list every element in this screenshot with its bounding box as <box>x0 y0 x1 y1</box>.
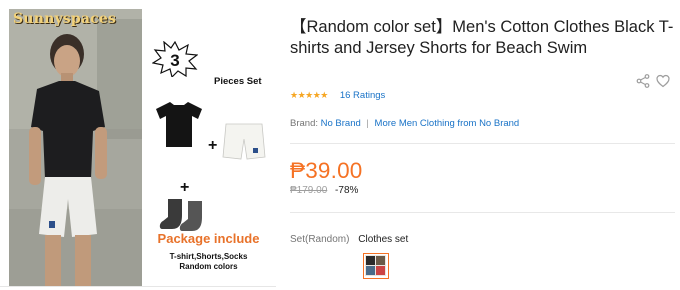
shorts-icon <box>222 123 266 160</box>
brand-label: Brand: <box>290 118 318 129</box>
model-figure <box>9 9 142 287</box>
model-photo: Sunnyspaces <box>9 9 142 287</box>
product-gallery: Sunnyspaces 3 Pieces Set + + Package inc… <box>0 0 276 290</box>
variant-swatch[interactable] <box>363 253 389 279</box>
package-title: Package include <box>157 231 260 246</box>
variant-thumbnail <box>365 255 386 276</box>
rating-row: ★★★★★ 16 Ratings <box>290 88 385 102</box>
discount-badge: -78% <box>335 185 359 196</box>
product-title: 【Random color set】Men's Cotton Clothes B… <box>290 18 674 57</box>
package-colors: Random colors <box>179 262 238 271</box>
more-from-brand-link[interactable]: More Men Clothing from No Brand <box>375 118 520 129</box>
plus-icon: + <box>180 179 190 196</box>
kit-panel: 3 Pieces Set + + Package include T-shirt… <box>142 9 267 287</box>
socks-icon <box>159 199 202 231</box>
share-icon[interactable] <box>636 74 650 88</box>
package-items: T-shirt,Shorts,Socks <box>169 252 248 261</box>
option-value: Clothes set <box>358 234 409 245</box>
plus-icon: + <box>208 137 218 154</box>
ratings-link[interactable]: 16 Ratings <box>340 90 385 101</box>
gallery-divider <box>0 286 276 287</box>
option-label: Set(Random) <box>290 234 350 245</box>
pieces-badge-icon: 3 <box>152 41 198 77</box>
brand-row: Brand: No Brand | More Men Clothing from… <box>290 118 519 129</box>
heart-icon[interactable] <box>656 74 670 88</box>
product-main-image[interactable]: Sunnyspaces 3 Pieces Set + + Package inc… <box>9 9 267 287</box>
pieces-number: 3 <box>170 51 179 70</box>
divider <box>290 143 675 144</box>
product-page: Sunnyspaces 3 Pieces Set + + Package inc… <box>0 0 680 290</box>
brand-watermark: Sunnyspaces <box>13 11 117 27</box>
original-price: ₱179.00 <box>290 185 328 196</box>
divider <box>290 212 675 213</box>
current-price: ₱39.00 <box>290 158 363 183</box>
rating-stars: ★★★★★ <box>290 89 328 100</box>
price-details: ₱179.00 -78% <box>290 185 358 196</box>
tshirt-icon <box>156 102 202 147</box>
brand-link[interactable]: No Brand <box>321 118 361 129</box>
option-row: Set(Random) Clothes set <box>290 234 408 245</box>
pieces-label: Pieces Set <box>214 76 262 87</box>
brand-separator: | <box>366 118 369 129</box>
